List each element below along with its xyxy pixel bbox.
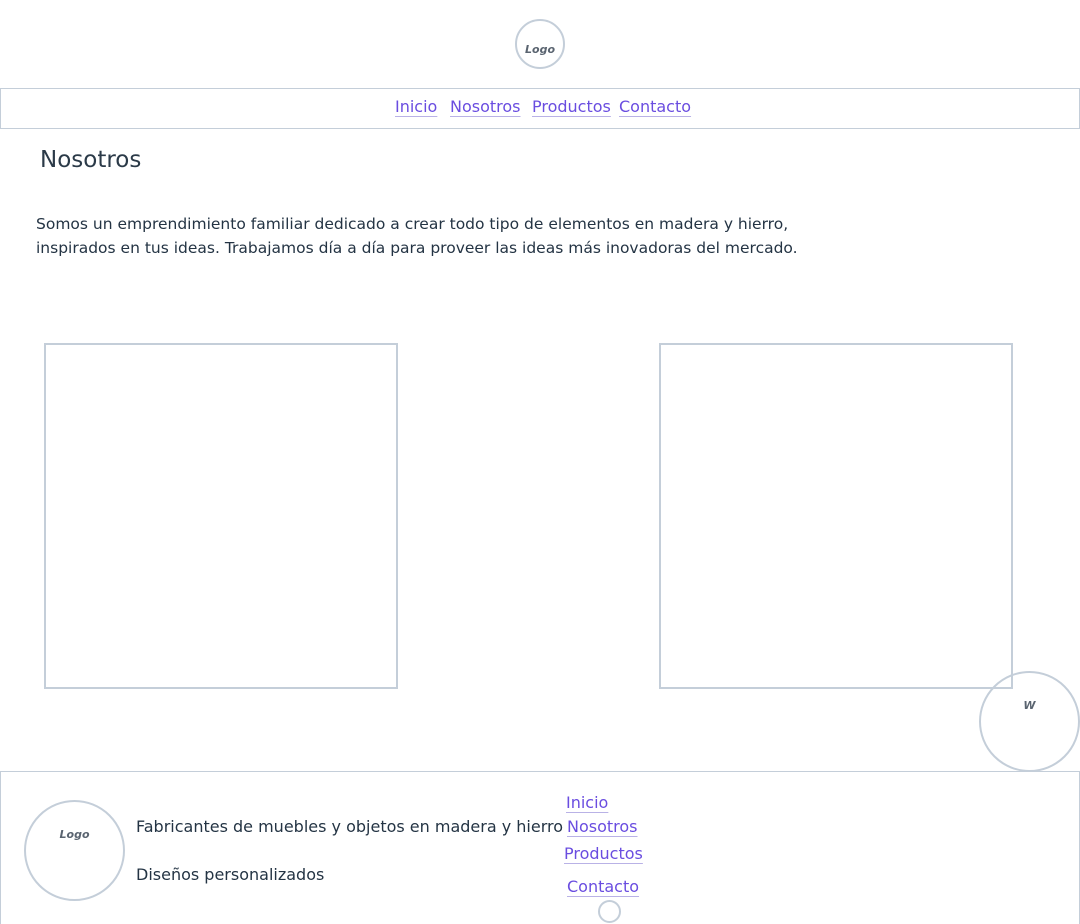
page-title: Nosotros	[40, 147, 142, 173]
footer: Logo Fabricantes de muebles y objetos en…	[0, 771, 1080, 924]
footer-tagline: Fabricantes de muebles y objetos en made…	[136, 817, 564, 836]
social-icon[interactable]	[598, 900, 621, 923]
image-placeholder-left	[44, 343, 398, 689]
footer-subtagline: Diseños personalizados	[136, 865, 325, 884]
footer-logo[interactable]: Logo	[24, 800, 125, 901]
nav-link-contacto[interactable]: Contacto	[619, 97, 691, 116]
page: Logo Inicio Nosotros Productos Contacto …	[0, 0, 1080, 924]
whatsapp-button[interactable]: W	[979, 671, 1080, 772]
header-logo[interactable]: Logo	[515, 19, 565, 69]
footer-link-contacto[interactable]: Contacto	[567, 877, 639, 896]
main-navbar: Inicio Nosotros Productos Contacto	[0, 88, 1080, 129]
footer-link-productos[interactable]: Productos	[564, 844, 643, 863]
nav-link-productos[interactable]: Productos	[532, 97, 611, 116]
whatsapp-icon: W	[1023, 699, 1036, 712]
footer-link-inicio[interactable]: Inicio	[566, 793, 608, 812]
header-logo-text: Logo	[525, 42, 555, 56]
nav-link-nosotros[interactable]: Nosotros	[450, 97, 521, 116]
footer-link-nosotros[interactable]: Nosotros	[567, 817, 638, 836]
intro-paragraph: Somos un emprendimiento familiar dedicad…	[36, 215, 798, 257]
footer-logo-text: Logo	[59, 828, 90, 841]
image-placeholder-right	[659, 343, 1013, 689]
nav-link-inicio[interactable]: Inicio	[395, 97, 437, 116]
